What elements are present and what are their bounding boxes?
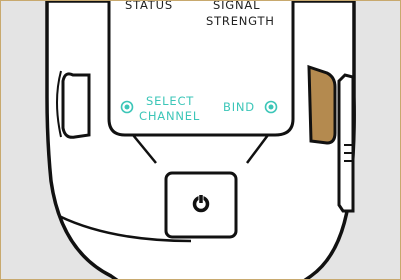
power-button[interactable] [164,171,238,239]
select-channel-label-line1: SELECT [146,94,194,108]
diagram-frame: STATUS SIGNAL STRENGTH SELECT CHANNEL BI… [0,0,401,280]
signal-strength-label-line2: STRENGTH [206,14,275,28]
status-label: STATUS [125,1,173,12]
left-side-button[interactable] [61,72,91,139]
device-diagram: STATUS SIGNAL STRENGTH SELECT CHANNEL BI… [45,1,356,279]
select-channel-label-line2: CHANNEL [139,109,200,123]
right-side-rail [337,73,355,213]
signal-strength-label-line1: SIGNAL [213,1,260,12]
bind-label: BIND [223,100,255,114]
right-side-button[interactable] [307,64,337,145]
